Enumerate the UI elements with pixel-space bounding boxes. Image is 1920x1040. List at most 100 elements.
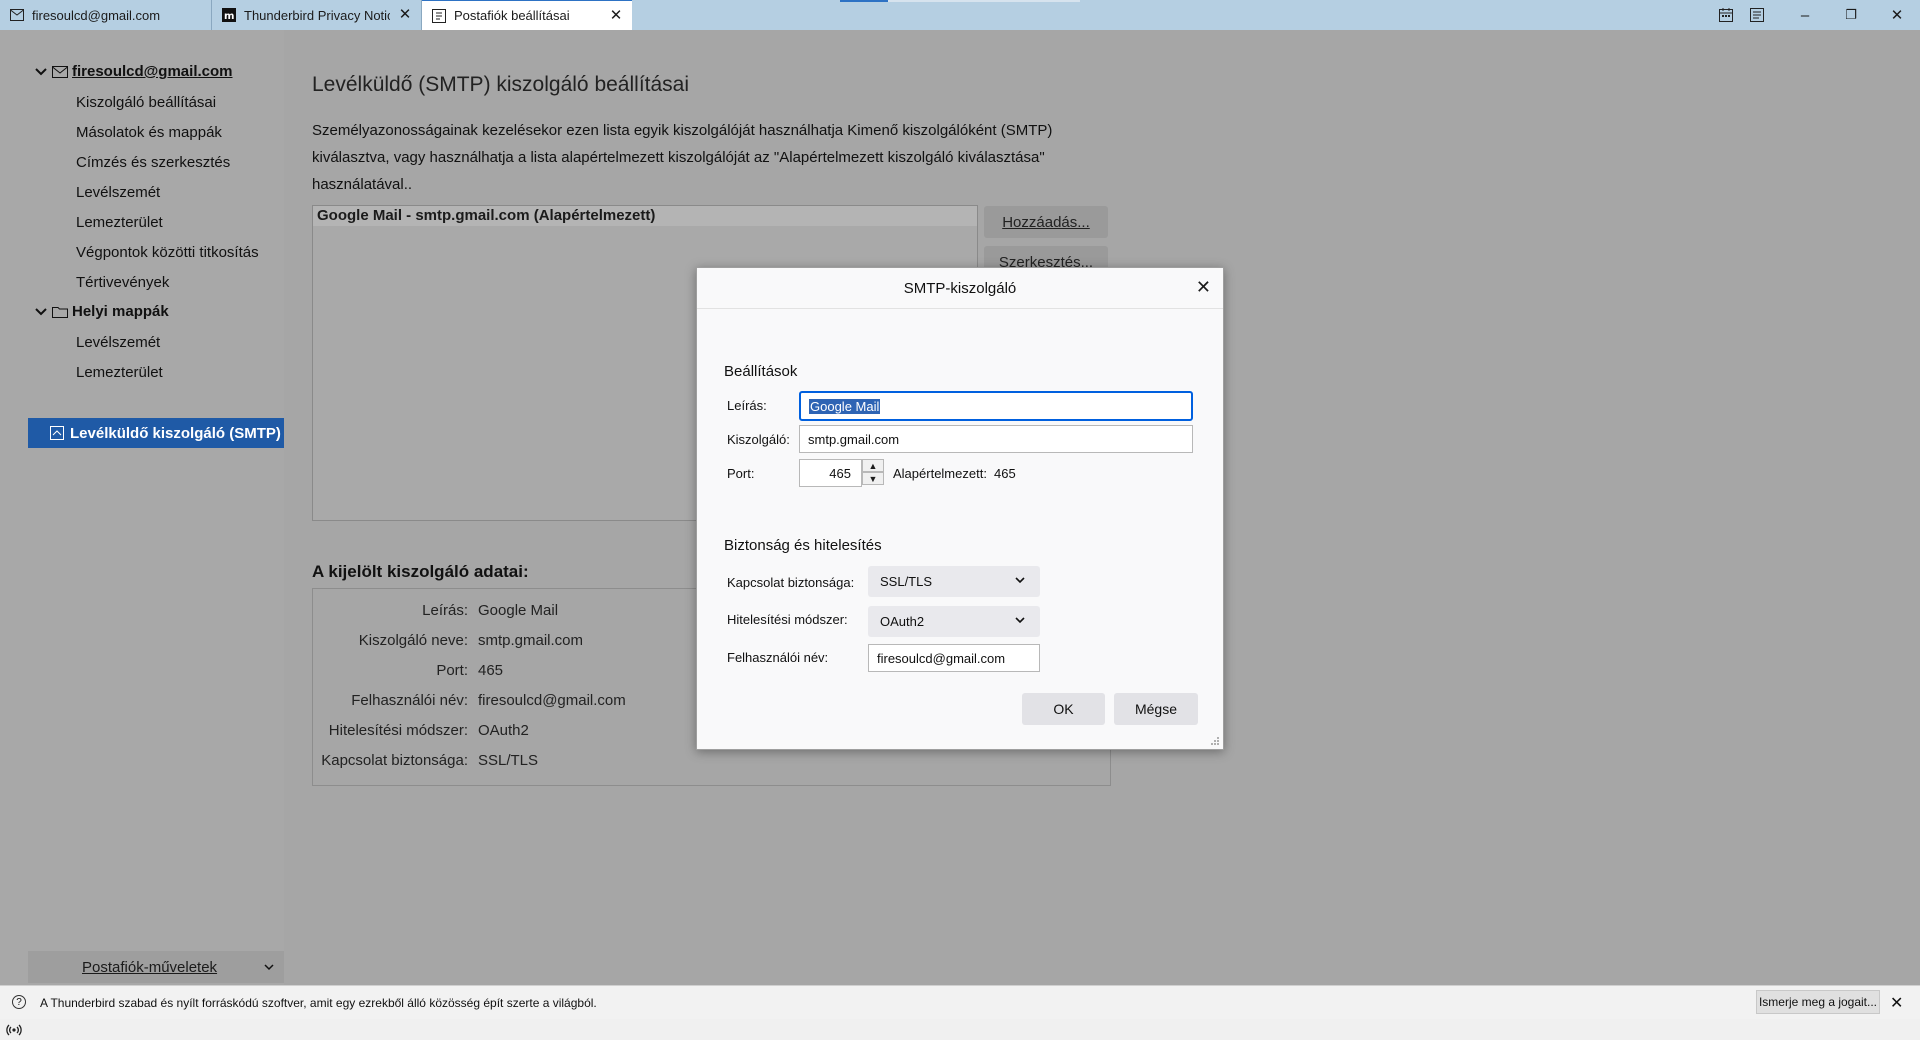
close-tab-icon[interactable]: ✕ bbox=[397, 7, 413, 23]
cancel-button[interactable]: Mégse bbox=[1114, 693, 1198, 725]
account-name: firesoulcd@gmail.com bbox=[72, 63, 233, 80]
help-icon: ? bbox=[12, 995, 26, 1009]
default-port-value: 465 bbox=[994, 466, 1016, 481]
server-list-row[interactable]: Google Mail - smtp.gmail.com (Alapértelm… bbox=[313, 206, 977, 226]
mail-icon bbox=[52, 65, 68, 78]
detail-label: Felhasználói név: bbox=[351, 692, 468, 709]
detail-label: Hitelesítési módszer: bbox=[328, 722, 468, 739]
account-sidebar: firesoulcd@gmail.com Kiszolgáló beállítá… bbox=[0, 30, 284, 985]
chevron-up-icon[interactable]: ▲ bbox=[862, 459, 884, 472]
minimize-button[interactable]: – bbox=[1782, 0, 1828, 30]
auth-method-select[interactable]: OAuth2 bbox=[868, 606, 1040, 637]
smtp-server-dialog: SMTP-kiszolgáló ✕ bbox=[696, 267, 1224, 750]
sidebar-item-junk[interactable]: Levélszemét bbox=[76, 184, 160, 201]
close-window-button[interactable]: ✕ bbox=[1874, 0, 1920, 30]
sidebar-item-receipts[interactable]: Tértivevények bbox=[76, 274, 169, 291]
mail-icon bbox=[10, 8, 24, 22]
folder-icon bbox=[52, 306, 68, 318]
chevron-down-icon[interactable]: ▼ bbox=[862, 472, 884, 485]
username-label: Felhasználói név: bbox=[727, 650, 829, 665]
username-input-value: firesoulcd@gmail.com bbox=[877, 650, 1006, 666]
ok-button[interactable]: OK bbox=[1022, 693, 1105, 725]
account-actions-button[interactable]: Postafiók-műveletek bbox=[28, 951, 284, 983]
tasks-icon[interactable] bbox=[1749, 7, 1765, 23]
detail-value: firesoulcd@gmail.com bbox=[478, 692, 626, 709]
close-dialog-icon[interactable]: ✕ bbox=[1196, 278, 1211, 296]
detail-value: SSL/TLS bbox=[478, 752, 539, 769]
port-input[interactable]: 465 bbox=[799, 459, 862, 487]
description-input-value: Google Mail bbox=[809, 398, 881, 414]
account-actions-label: Postafiók-műveletek bbox=[82, 958, 218, 976]
dialog-title-text: SMTP-kiszolgáló bbox=[903, 279, 1017, 297]
calendar-icon[interactable] bbox=[1718, 7, 1734, 23]
sidebar-item-composition[interactable]: Címzés és szerkesztés bbox=[76, 154, 230, 171]
mozilla-m-icon: m bbox=[222, 8, 236, 22]
username-input[interactable]: firesoulcd@gmail.com bbox=[868, 644, 1040, 672]
add-server-button[interactable]: Hozzáadás... bbox=[984, 206, 1108, 238]
default-port-label: Alapértelmezett: bbox=[893, 466, 987, 481]
close-tab-icon[interactable]: ✕ bbox=[608, 8, 624, 24]
auth-method-value: OAuth2 bbox=[880, 614, 925, 629]
maximize-button[interactable]: ❐ bbox=[1828, 0, 1874, 30]
settings-section-title: Beállítások bbox=[724, 363, 798, 380]
server-input-value: smtp.gmail.com bbox=[808, 431, 900, 447]
sidebar-item-disk-space[interactable]: Lemezterület bbox=[76, 214, 163, 231]
port-input-value: 465 bbox=[829, 465, 851, 481]
security-section-title: Biztonság és hitelesítés bbox=[724, 537, 882, 554]
connection-security-select[interactable]: SSL/TLS bbox=[868, 566, 1040, 597]
detail-value: OAuth2 bbox=[478, 722, 529, 739]
tab-account-settings[interactable]: Postafiók beállításai ✕ bbox=[422, 0, 632, 30]
server-input[interactable]: smtp.gmail.com bbox=[799, 425, 1193, 453]
detail-label: Port: bbox=[436, 662, 468, 679]
page-title: Levélküldő (SMTP) kiszolgáló beállításai bbox=[312, 73, 690, 96]
svg-text:m: m bbox=[224, 11, 234, 22]
detail-value: Google Mail bbox=[478, 602, 559, 619]
add-button-label: Hozzáadás... bbox=[1002, 213, 1090, 231]
dialog-title: SMTP-kiszolgáló bbox=[697, 268, 1223, 309]
description-input[interactable]: Google Mail bbox=[799, 391, 1193, 421]
connection-security-label: Kapcsolat biztonsága: bbox=[727, 575, 855, 590]
tab-label: Thunderbird Privacy Notice bbox=[244, 7, 390, 23]
detail-label: Leírás: bbox=[422, 602, 468, 619]
tab-bar: firesoulcd@gmail.com m Thunderbird Priva… bbox=[0, 0, 1920, 30]
chevron-down-icon bbox=[1015, 577, 1025, 584]
detail-label: Kiszolgáló neve: bbox=[358, 632, 468, 649]
tabbar-accent bbox=[840, 0, 888, 2]
sidebar-item-smtp[interactable]: Levélküldő kiszolgáló (SMTP) bbox=[28, 418, 284, 448]
server-label: Kiszolgáló: bbox=[727, 432, 790, 447]
account-row-gmail[interactable]: firesoulcd@gmail.com bbox=[34, 63, 233, 80]
sidebar-item-server-settings[interactable]: Kiszolgáló beállításai bbox=[76, 94, 216, 111]
connection-security-value: SSL/TLS bbox=[880, 574, 933, 589]
outgoing-server-icon bbox=[50, 426, 64, 440]
chevron-down-icon bbox=[1015, 617, 1025, 624]
status-bar bbox=[0, 1019, 1920, 1040]
detail-value: 465 bbox=[478, 662, 504, 679]
notification-text: A Thunderbird szabad és nyílt forráskódú… bbox=[40, 996, 597, 1010]
sidebar-item-local-disk-space[interactable]: Lemezterület bbox=[76, 364, 163, 381]
tabbar-accent-light bbox=[888, 0, 1080, 2]
resize-grip-icon[interactable] bbox=[1210, 736, 1220, 746]
port-label: Port: bbox=[727, 466, 755, 481]
port-stepper[interactable]: ▲ ▼ bbox=[862, 459, 886, 487]
tab-label: Postafiók beállításai bbox=[454, 8, 570, 23]
online-status-icon[interactable] bbox=[6, 1022, 22, 1038]
sidebar-item-local-junk[interactable]: Levélszemét bbox=[76, 334, 160, 351]
notification-bar: ? A Thunderbird szabad és nyílt forráskó… bbox=[0, 985, 1920, 1019]
sidebar-item-e2e-encryption[interactable]: Végpontok közötti titkosítás bbox=[76, 244, 259, 261]
detail-label: Kapcsolat biztonsága: bbox=[321, 752, 468, 769]
chevron-down-icon[interactable] bbox=[34, 65, 48, 79]
chevron-down-icon[interactable] bbox=[34, 305, 48, 319]
details-title: A kijelölt kiszolgáló adatai: bbox=[312, 562, 529, 581]
sidebar-item-copies-folders[interactable]: Másolatok és mappák bbox=[76, 124, 222, 141]
close-notification-icon[interactable]: ✕ bbox=[1890, 993, 1903, 1013]
tab-mail[interactable]: firesoulcd@gmail.com bbox=[0, 0, 212, 30]
description-label: Leírás: bbox=[727, 398, 767, 413]
auth-method-label: Hitelesítési módszer: bbox=[727, 612, 848, 627]
account-row-local-folders[interactable]: Helyi mappák bbox=[34, 303, 169, 320]
learn-rights-button[interactable]: Ismerje meg a jogait... bbox=[1756, 990, 1880, 1014]
page-description: Személyazonosságainak kezelésekor ezen l… bbox=[312, 122, 1053, 193]
tab-label: firesoulcd@gmail.com bbox=[32, 7, 161, 23]
tab-privacy-notice[interactable]: m Thunderbird Privacy Notice ✕ bbox=[212, 0, 422, 30]
detail-value: smtp.gmail.com bbox=[478, 632, 584, 649]
local-folders-name: Helyi mappák bbox=[72, 303, 169, 320]
